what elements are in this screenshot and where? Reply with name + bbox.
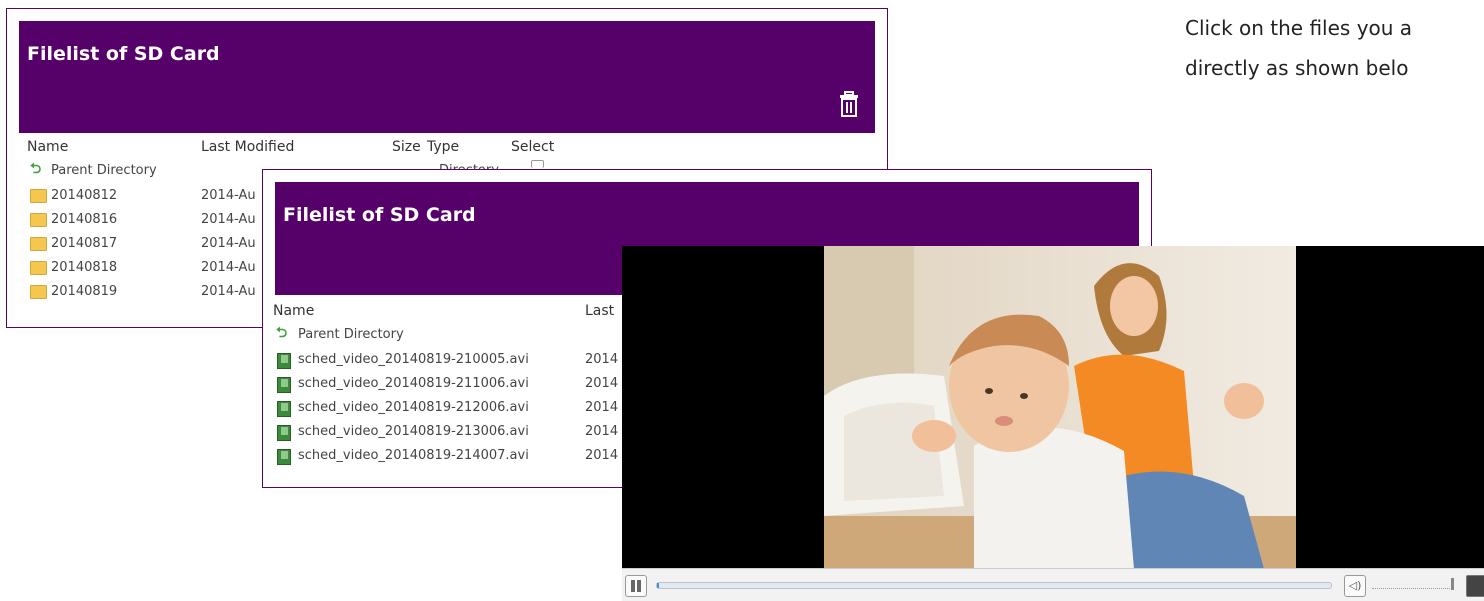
column-header-last-modified[interactable]: Last: [585, 303, 614, 319]
select-checkbox[interactable]: [531, 160, 544, 168]
folder-icon: [30, 189, 47, 203]
video-file-icon: [277, 449, 291, 465]
video-file-modified: 2014: [585, 400, 619, 415]
video-file-link[interactable]: sched_video_20140819-211006.avi: [298, 376, 529, 391]
video-file-icon: [277, 401, 291, 417]
trash-icon[interactable]: [839, 91, 859, 117]
video-file-icon: [277, 425, 291, 441]
folder-modified: 2014-Au: [201, 236, 256, 251]
video-file-link[interactable]: sched_video_20140819-214007.avi: [298, 448, 529, 463]
video-file-icon: [277, 377, 291, 393]
volume-icon[interactable]: ◁): [1344, 575, 1366, 597]
folder-link[interactable]: 20140819: [51, 284, 117, 299]
parent-directory-link[interactable]: Parent Directory: [298, 327, 404, 342]
column-header-type[interactable]: Type: [427, 139, 459, 155]
seek-progress: [657, 583, 660, 588]
folder-icon: [30, 261, 47, 275]
video-file-link[interactable]: sched_video_20140819-212006.avi: [298, 400, 529, 415]
video-frame-image: [824, 246, 1296, 569]
folder-modified: 2014-Au: [201, 284, 256, 299]
video-file-link[interactable]: sched_video_20140819-210005.avi: [298, 352, 529, 367]
column-header-last-modified[interactable]: Last Modified: [201, 139, 294, 155]
video-file-icon: [277, 353, 291, 369]
folder-modified: 2014-Au: [201, 188, 256, 203]
video-file-modified: 2014: [585, 424, 619, 439]
panel-title: Filelist of SD Card: [283, 204, 476, 226]
instruction-line-2: directly as shown belo: [1185, 56, 1409, 80]
folder-modified: 2014-Au: [201, 212, 256, 227]
video-player[interactable]: ◁): [622, 246, 1484, 601]
folder-link[interactable]: 20140816: [51, 212, 117, 227]
column-header-size[interactable]: Size: [392, 139, 421, 155]
fullscreen-icon[interactable]: [1466, 575, 1484, 597]
column-header-select: Select: [511, 139, 555, 155]
video-frame[interactable]: [824, 246, 1296, 569]
folder-icon: [30, 213, 47, 227]
folder-link[interactable]: 20140817: [51, 236, 117, 251]
player-controls: ◁): [622, 568, 1484, 601]
instruction-line-1: Click on the files you a: [1185, 16, 1413, 40]
volume-slider[interactable]: [1372, 578, 1454, 590]
pause-icon[interactable]: [625, 575, 647, 597]
column-header-name[interactable]: Name: [273, 303, 314, 319]
folder-icon: [30, 285, 47, 299]
video-file-modified: 2014: [585, 352, 619, 367]
folder-modified: 2014-Au: [201, 260, 256, 275]
video-file-link[interactable]: sched_video_20140819-213006.avi: [298, 424, 529, 439]
folder-link[interactable]: 20140812: [51, 188, 117, 203]
folder-link[interactable]: 20140818: [51, 260, 117, 275]
column-header-name[interactable]: Name: [27, 139, 68, 155]
folder-icon: [30, 237, 47, 251]
seek-bar[interactable]: [656, 582, 1332, 589]
video-file-modified: 2014: [585, 448, 619, 463]
parent-directory-icon: ⮌: [276, 325, 288, 341]
video-file-modified: 2014: [585, 376, 619, 391]
parent-directory-link[interactable]: Parent Directory: [51, 163, 157, 178]
volume-knob[interactable]: [1451, 578, 1454, 590]
parent-directory-icon: ⮌: [30, 161, 42, 177]
panel-header: Filelist of SD Card: [19, 21, 875, 133]
panel-title: Filelist of SD Card: [27, 43, 220, 65]
